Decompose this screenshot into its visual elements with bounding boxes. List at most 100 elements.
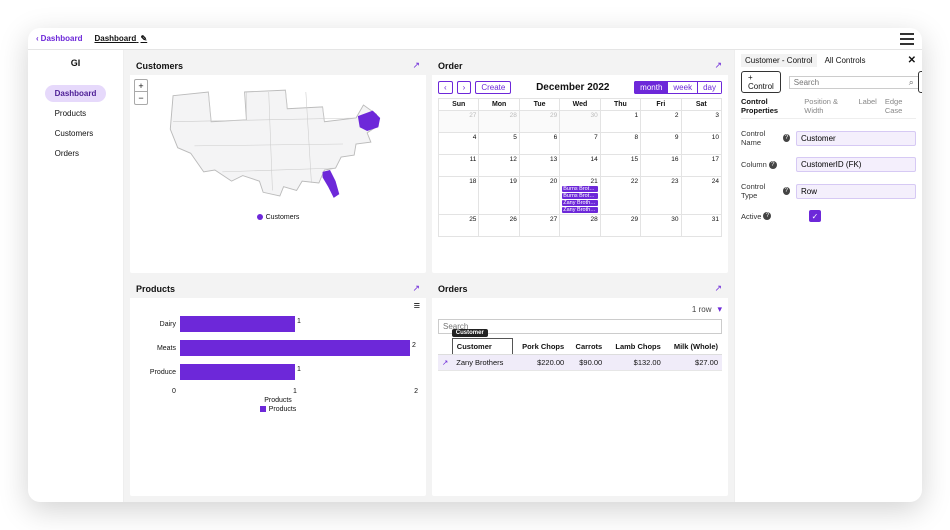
calendar-cell[interactable]: 25: [439, 215, 479, 237]
breadcrumb-current-tab[interactable]: Dashboard ✎: [88, 31, 153, 46]
calendar-cell[interactable]: 15: [600, 155, 640, 177]
calendar-cell[interactable]: 27: [439, 111, 479, 133]
zoom-in-button[interactable]: +: [135, 80, 147, 92]
more-button[interactable]: ⋮ More: [918, 71, 922, 93]
nav-item-orders[interactable]: Orders: [45, 145, 107, 162]
cal-prev-button[interactable]: ‹: [438, 81, 453, 94]
filter-icon[interactable]: ▾: [717, 304, 722, 315]
add-control-button[interactable]: + Control: [741, 71, 781, 93]
calendar-cell[interactable]: 23: [641, 177, 681, 215]
cal-create-button[interactable]: Create: [475, 81, 511, 94]
open-row-icon[interactable]: ↗: [438, 355, 452, 371]
calendar-cell[interactable]: 4: [439, 133, 479, 155]
prop-input-name[interactable]: [796, 131, 916, 146]
calendar-cell[interactable]: 29: [600, 215, 640, 237]
nav-item-products[interactable]: Products: [45, 105, 107, 122]
col-header[interactable]: Pork Chops: [513, 339, 568, 355]
calendar-event[interactable]: Zany Brothers: [562, 200, 597, 206]
view-week-button[interactable]: week: [668, 81, 698, 94]
col-header[interactable]: [438, 339, 452, 355]
calendar-cell[interactable]: 16: [641, 155, 681, 177]
prop-input-column[interactable]: [796, 157, 916, 172]
calendar-cell[interactable]: 19: [479, 177, 519, 215]
calendar-cell[interactable]: 22: [600, 177, 640, 215]
col-header[interactable]: Milk (Whole): [665, 339, 722, 355]
props-subtab[interactable]: Label: [858, 97, 876, 115]
calendar-cell[interactable]: 18: [439, 177, 479, 215]
nav-item-dashboard[interactable]: Dashboard: [45, 85, 107, 102]
cal-next-button[interactable]: ›: [457, 81, 472, 94]
props-subtab[interactable]: Control Properties: [741, 97, 796, 115]
calendar-cell[interactable]: 3: [681, 111, 721, 133]
info-icon[interactable]: ?: [783, 187, 790, 195]
col-header[interactable]: Lamb Chops: [606, 339, 665, 355]
calendar-cell[interactable]: 9: [641, 133, 681, 155]
calendar-cell[interactable]: 31: [681, 215, 721, 237]
calendar-cell[interactable]: 12: [479, 155, 519, 177]
calendar-cell[interactable]: 24: [681, 177, 721, 215]
calendar-event[interactable]: Burns Brothers: [562, 193, 597, 199]
props-subtab[interactable]: Edge Case: [885, 97, 916, 115]
dow-header: Sun: [439, 99, 479, 111]
bar-fill[interactable]: [180, 364, 295, 380]
expand-icon[interactable]: ↗: [412, 283, 420, 294]
expand-icon[interactable]: ↗: [714, 60, 722, 71]
zoom-out-button[interactable]: −: [135, 92, 147, 104]
calendar-cell[interactable]: 7: [560, 133, 600, 155]
view-month-button[interactable]: month: [634, 81, 668, 94]
col-header[interactable]: CustomerCustomer: [452, 339, 512, 355]
bar-fill[interactable]: [180, 340, 410, 356]
calendar-cell[interactable]: 2: [641, 111, 681, 133]
calendar-cell[interactable]: 28: [560, 215, 600, 237]
calendar-event[interactable]: Zany Brothers: [562, 207, 597, 213]
map-zoom: + −: [134, 79, 148, 105]
order-panel: Order ↗ ‹ › Create December 2022 month w…: [432, 56, 728, 273]
info-icon[interactable]: ?: [763, 212, 771, 220]
close-icon[interactable]: ✕: [908, 55, 916, 66]
calendar-cell[interactable]: 13: [519, 155, 559, 177]
pencil-icon[interactable]: ✎: [141, 34, 148, 43]
calendar-cell[interactable]: 21Burns BrothersBurns BrothersZany Broth…: [560, 177, 600, 215]
expand-icon[interactable]: ↗: [714, 283, 722, 294]
panel-title: Order: [438, 61, 463, 71]
calendar-cell[interactable]: 14: [560, 155, 600, 177]
panel-menu-icon[interactable]: ≡: [414, 300, 420, 312]
calendar-toolbar: ‹ › Create December 2022 month week day: [438, 81, 722, 94]
bar-fill[interactable]: [180, 316, 295, 332]
props-tab-control[interactable]: Customer - Control: [741, 54, 817, 67]
products-chart: Dairy1Meats2Produce1: [136, 302, 420, 380]
calendar-cell[interactable]: 17: [681, 155, 721, 177]
breadcrumb-back[interactable]: ‹ Dashboard: [36, 34, 82, 43]
menu-icon[interactable]: [900, 33, 914, 45]
calendar-event[interactable]: Burns Brothers: [562, 186, 597, 192]
calendar-cell[interactable]: 29: [519, 111, 559, 133]
calendar-cell[interactable]: 8: [600, 133, 640, 155]
calendar-grid[interactable]: SunMonTueWedThuFriSat 272829301234567891…: [438, 98, 722, 237]
active-checkbox[interactable]: ✓: [809, 210, 821, 222]
calendar-cell[interactable]: 30: [560, 111, 600, 133]
calendar-cell[interactable]: 11: [439, 155, 479, 177]
col-header[interactable]: Carrots: [568, 339, 606, 355]
calendar-cell[interactable]: 6: [519, 133, 559, 155]
props-tab-all[interactable]: All Controls: [821, 54, 870, 67]
panel-title: Customers: [136, 61, 183, 71]
calendar-cell[interactable]: 26: [479, 215, 519, 237]
nav-item-customers[interactable]: Customers: [45, 125, 107, 142]
panel-title: Products: [136, 284, 175, 294]
props-search-input[interactable]: [789, 76, 919, 89]
info-icon[interactable]: ?: [769, 161, 777, 169]
calendar-cell[interactable]: 10: [681, 133, 721, 155]
calendar-cell[interactable]: 28: [479, 111, 519, 133]
calendar-cell[interactable]: 27: [519, 215, 559, 237]
props-subtab[interactable]: Position & Width: [804, 97, 850, 115]
calendar-cell[interactable]: 30: [641, 215, 681, 237]
calendar-cell[interactable]: 20: [519, 177, 559, 215]
expand-icon[interactable]: ↗: [412, 60, 420, 71]
table-row[interactable]: ↗Zany Brothers$220.00$90.00$132.00$27.00: [438, 355, 722, 371]
info-icon[interactable]: ?: [783, 134, 790, 142]
prop-input-type[interactable]: [796, 184, 916, 199]
calendar-cell[interactable]: 1: [600, 111, 640, 133]
calendar-cell[interactable]: 5: [479, 133, 519, 155]
view-day-button[interactable]: day: [698, 81, 722, 94]
us-map[interactable]: [136, 79, 420, 209]
